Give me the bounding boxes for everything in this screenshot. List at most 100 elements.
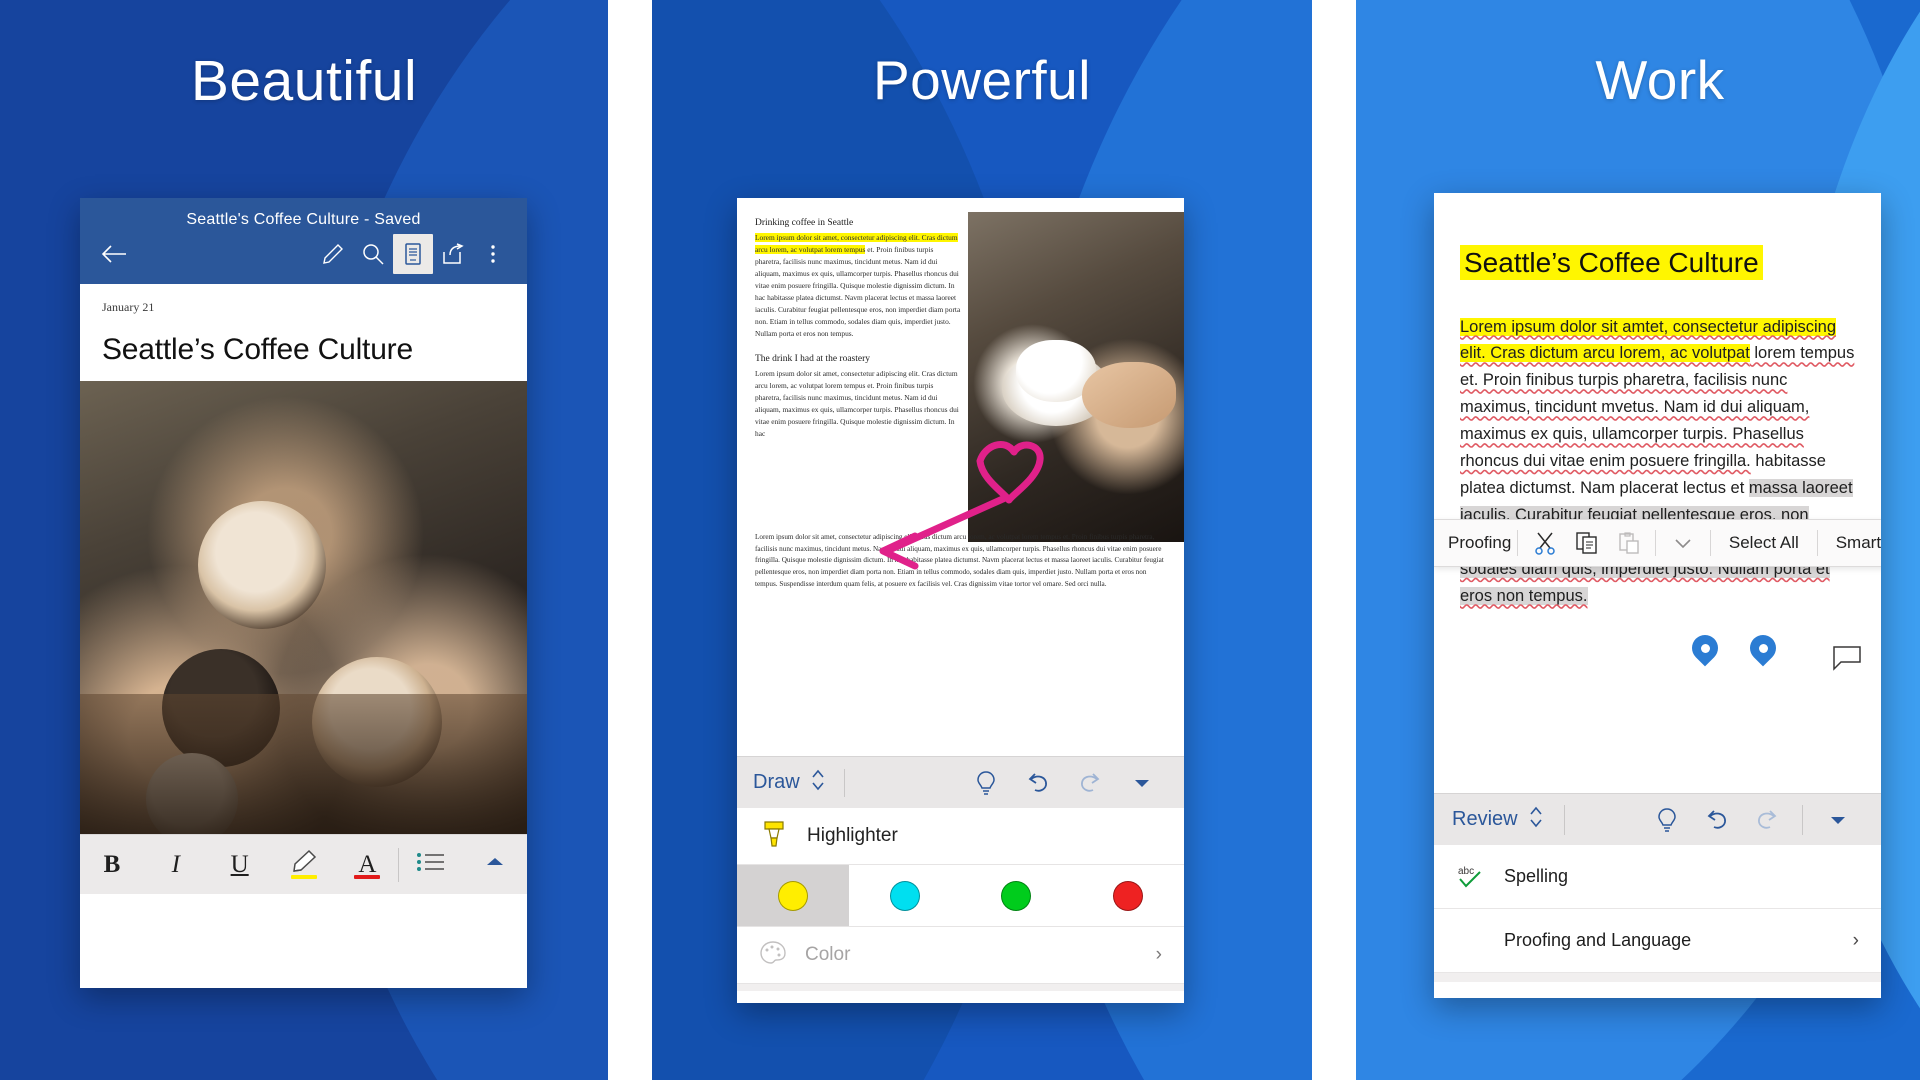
comment-bubble-icon[interactable] (1832, 645, 1862, 676)
panel-gap-1 (608, 0, 652, 1080)
chevron-down-icon[interactable] (1662, 536, 1704, 550)
menu-item-color[interactable]: Color › (737, 927, 1184, 984)
document-title-line: Seattle’s Coffee Culture (1460, 243, 1855, 284)
swatch-yellow-dot (777, 880, 808, 911)
proofing-language-label: Proofing and Language (1504, 930, 1692, 950)
underline-button[interactable]: U (208, 835, 272, 895)
selection-handle-start[interactable] (1686, 629, 1724, 669)
word-toolbar (80, 229, 527, 279)
menu-item-thickness[interactable]: Thickness › (737, 991, 1184, 1003)
ribbon-dropdown-icon[interactable] (1813, 814, 1863, 826)
color-palette-icon (759, 940, 787, 971)
bold-button[interactable]: B (80, 835, 144, 895)
panel-headline-powerful: Powerful (873, 49, 1091, 111)
bullet-list-icon (416, 850, 446, 879)
handle-hole (1700, 644, 1710, 653)
bullet-list-button[interactable] (399, 835, 463, 895)
chevron-updown-icon (1528, 803, 1544, 837)
share-icon[interactable] (433, 234, 473, 274)
ribbon-tab-draw[interactable]: Draw (753, 767, 826, 799)
select-all-button[interactable]: Select All (1729, 533, 1799, 553)
panel-headline-work: Work (1595, 49, 1725, 111)
document-paragraph-3: Lorem ipsum dolor sit amet, consectetur … (755, 533, 1164, 588)
tell-me-lightbulb-icon[interactable] (960, 770, 1012, 796)
italic-button[interactable]: I (144, 835, 208, 895)
chevron-right-icon: › (1852, 929, 1859, 951)
swatch-yellow[interactable] (737, 865, 849, 926)
draw-document[interactable]: Drinking coffee in Seattle Lorem ipsum d… (737, 198, 1184, 756)
undo-icon[interactable] (1692, 808, 1742, 832)
swatch-red[interactable] (1072, 865, 1184, 926)
color-swatch-row (737, 865, 1184, 927)
phone-mockup-draw: Drinking coffee in Seattle Lorem ipsum d… (737, 198, 1184, 1003)
font-color-button[interactable]: A (335, 835, 400, 895)
undo-icon[interactable] (1012, 771, 1064, 795)
ribbon-tab-label: Review (1452, 808, 1518, 830)
cut-scissors-icon[interactable] (1524, 531, 1566, 555)
toolbar-divider (1655, 530, 1657, 556)
back-arrow-icon[interactable] (94, 234, 134, 274)
highlight-button[interactable] (272, 835, 336, 895)
highlighter-icon (759, 818, 789, 855)
ribbon-tab-label: Draw (753, 771, 800, 793)
review-ribbon: Review (1434, 793, 1881, 845)
ribbon-divider (1563, 804, 1565, 835)
document-heading: Seattle’s Coffee Culture (102, 333, 413, 366)
document-paragraph-1: Lorem ipsum dolor sit amet, consectetur … (755, 233, 961, 338)
ribbon-tab-review[interactable]: Review (1452, 803, 1544, 837)
chevron-up-icon (485, 855, 505, 874)
panel-gap-2 (1312, 0, 1356, 1080)
underline-label: U (230, 850, 249, 878)
menu-item-highlighter[interactable]: Highlighter (737, 808, 1184, 865)
italic-label: I (171, 850, 180, 878)
hand (1082, 362, 1176, 428)
highlighter-label: Highlighter (807, 825, 898, 846)
document-header-area: January 21 Seattle’s Coffee Culture (80, 284, 527, 381)
handle-hole (1758, 644, 1768, 653)
swatch-cyan[interactable] (849, 865, 961, 926)
word-title-bar: Seattle's Coffee Culture - Saved (80, 198, 527, 284)
chevron-updown-icon (810, 767, 826, 799)
menu-separator-strip (1434, 973, 1881, 982)
toolbar-divider (1517, 530, 1519, 556)
paste-icon[interactable] (1608, 531, 1650, 555)
menu-item-spelling[interactable]: abc Spelling (1434, 845, 1881, 909)
redo-icon[interactable] (1742, 808, 1792, 832)
document-title: Seattle's Coffee Culture - Saved (186, 211, 421, 228)
formatting-toolbar: B I U A (80, 834, 527, 894)
more-overflow-icon[interactable] (473, 234, 513, 274)
panel-headline-beautiful: Beautiful (190, 49, 418, 113)
panel-powerful: Powerful Drinking coffee in Seattle Lore… (652, 0, 1312, 1080)
menu-separator-strip (737, 984, 1184, 991)
ribbon-divider (843, 768, 845, 797)
smart-lookup-button[interactable]: Smart (1836, 533, 1881, 553)
document-paragraph-2: Lorem ipsum dolor sit amet, consectetur … (755, 368, 959, 438)
screenshot-stage: Beautiful Seattle's Coffee Culture - Sav… (0, 0, 1920, 1080)
document-column: Drinking coffee in Seattle Lorem ipsum d… (755, 212, 961, 440)
pencil-edit-icon[interactable] (313, 234, 353, 274)
copy-icon[interactable] (1566, 531, 1608, 555)
draw-ribbon: Draw (737, 756, 1184, 808)
spelling-label: Spelling (1504, 866, 1569, 886)
reading-view-icon[interactable] (393, 234, 433, 274)
proofing-label[interactable]: Proofing (1448, 533, 1511, 553)
menu-item-proofing-language[interactable]: Proofing and Language › (1434, 909, 1881, 973)
highlight-color-bar (290, 874, 317, 879)
redo-icon[interactable] (1064, 771, 1116, 795)
document-heading-2: The drink I had at the roastery (755, 353, 871, 364)
selection-handle-end[interactable] (1744, 629, 1782, 669)
chevron-right-icon: › (1155, 944, 1162, 965)
search-icon[interactable] (353, 234, 393, 274)
document-photo-coffee (968, 212, 1184, 542)
review-document[interactable]: Seattle’s Coffee Culture Lorem ipsum dol… (1434, 193, 1881, 793)
swatch-cyan-dot (889, 880, 920, 911)
ribbon-dropdown-icon[interactable] (1116, 777, 1168, 789)
tell-me-lightbulb-icon[interactable] (1642, 807, 1692, 833)
collapse-toolbar-button[interactable] (463, 835, 527, 895)
menu-item-smart-lookup[interactable]: Smart Lookup (1434, 982, 1881, 998)
table-surface (80, 694, 527, 834)
svg-text:abc: abc (1458, 866, 1474, 877)
panel-work: Work Seattle’s Coffee Culture Lorem ipsu… (1356, 0, 1920, 1080)
document-title: Seattle’s Coffee Culture (1460, 245, 1763, 280)
swatch-green[interactable] (961, 865, 1073, 926)
